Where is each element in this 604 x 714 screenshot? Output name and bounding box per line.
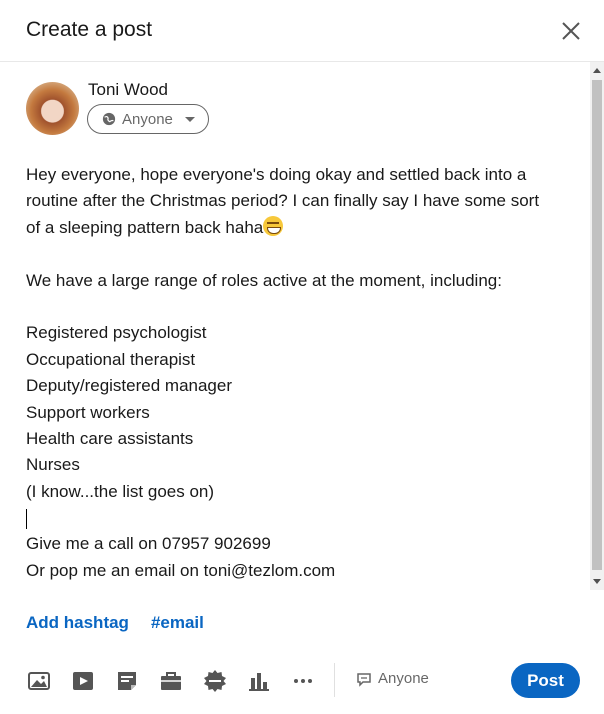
editor-scroll-area[interactable]: Toni Wood Anyone Hey everyone, hope ever…: [0, 62, 604, 590]
share-job-button[interactable]: [158, 668, 184, 694]
post-line: routine after the Christmas period? I ca…: [26, 191, 540, 211]
post-line: Support workers: [26, 402, 150, 422]
post-line: [26, 241, 576, 267]
document-icon: [118, 672, 136, 690]
post-line: Occupational therapist: [26, 349, 196, 369]
dialog-header: Create a post: [0, 0, 604, 62]
add-document-button[interactable]: [114, 668, 140, 694]
globe-icon: [102, 112, 116, 126]
scroll-down-icon[interactable]: [593, 579, 601, 584]
close-icon: [562, 22, 580, 40]
post-toolbar: Anyone Post: [0, 660, 604, 702]
post-line: Nurses: [26, 455, 80, 475]
post-line: [26, 505, 576, 531]
toolbar-divider: [334, 663, 335, 697]
audience-label: Anyone: [122, 110, 173, 128]
post-line: Deputy/registered manager: [26, 376, 233, 396]
audience-button[interactable]: Anyone: [87, 104, 209, 134]
avatar: [26, 82, 79, 135]
create-poll-button[interactable]: [246, 668, 272, 694]
suggested-hashtag[interactable]: #email: [151, 613, 204, 633]
photo-icon: [28, 672, 50, 690]
add-hashtag-button[interactable]: Add hashtag: [26, 613, 129, 633]
job-icon: [161, 672, 181, 690]
add-photo-button[interactable]: [26, 668, 52, 694]
post-line: of a sleeping pattern back haha: [26, 215, 576, 241]
post-line: (I know...the list goes on): [26, 481, 215, 501]
close-button[interactable]: [556, 16, 586, 46]
hashtag-bar: Add hashtag #email: [26, 613, 204, 633]
post-line: Registered psychologist: [26, 323, 207, 343]
post-line-text: of a sleeping pattern back haha: [26, 217, 264, 237]
scroll-up-icon[interactable]: [593, 68, 601, 73]
more-icon: [294, 679, 312, 683]
post-line: Hey everyone, hope everyone's doing okay…: [26, 165, 527, 184]
dialog-title: Create a post: [26, 18, 153, 41]
celebrate-button[interactable]: [202, 668, 228, 694]
comment-audience-button[interactable]: Anyone: [356, 670, 429, 687]
video-icon: [73, 672, 93, 690]
post-line: Or pop me an email on toni@tezlom.com: [26, 560, 336, 580]
more-options-button[interactable]: [290, 668, 316, 694]
grinning-sweat-emoji-icon: [263, 215, 284, 236]
poll-icon: [249, 673, 269, 691]
post-line: We have a large range of roles active at…: [26, 270, 502, 290]
caret-down-icon: [184, 116, 195, 122]
post-line: Health care assistants: [26, 428, 194, 448]
post-button[interactable]: Post: [511, 663, 580, 698]
add-video-button[interactable]: [70, 668, 96, 694]
celebrate-icon: [204, 670, 226, 692]
post-line: Give me a call on 07957 902699: [26, 534, 271, 554]
comment-icon: [357, 672, 371, 687]
author-name: Toni Wood: [88, 80, 169, 99]
editor-scrollbar[interactable]: [590, 62, 604, 590]
post-text-editor[interactable]: Hey everyone, hope everyone's doing okay…: [26, 162, 576, 584]
text-cursor: [26, 508, 27, 529]
scrollbar-thumb[interactable]: [592, 80, 602, 570]
post-line: [26, 294, 576, 320]
comment-audience-label: Anyone: [378, 670, 429, 687]
